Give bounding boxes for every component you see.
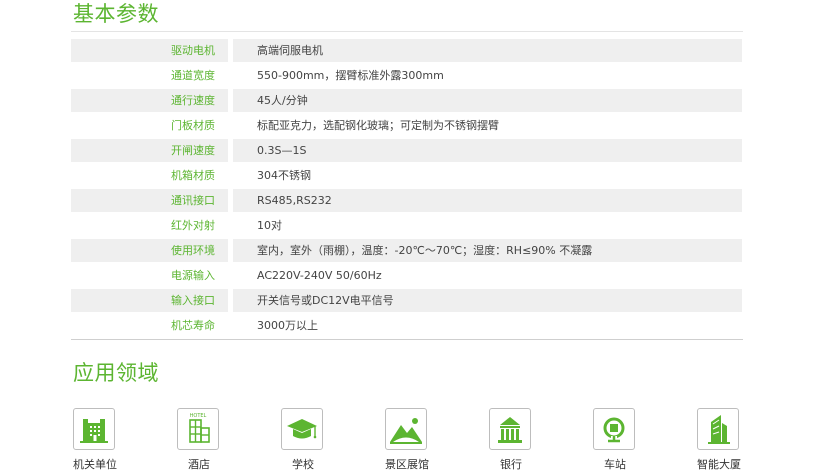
spec-row: 驱动电机 高端伺服电机 [71, 39, 742, 64]
spec-row: 输入接口 开关信号或DC12V电平信号 [71, 289, 742, 314]
spec-label: 开闸速度 [171, 144, 215, 157]
bank-icon [498, 417, 522, 443]
spec-row: 开闸速度 0.3S—1S [71, 139, 742, 164]
spec-label: 机箱材质 [171, 169, 215, 182]
spec-value: 550-900mm，摆臂标准外露300mm [257, 69, 444, 82]
spec-row: 通道宽度 550-900mm，摆臂标准外露300mm [71, 64, 742, 89]
spec-value: 10对 [257, 219, 282, 232]
spec-table: 驱动电机 高端伺服电机 通道宽度 550-900mm，摆臂标准外露300mm 通… [71, 39, 742, 339]
railway-station-icon [603, 417, 625, 443]
spec-label: 电源输入 [171, 269, 215, 282]
application-item: 智能大厦 [684, 408, 754, 473]
spec-row: 通讯接口 RS485,RS232 [71, 189, 742, 214]
application-label: 酒店 [188, 458, 210, 471]
application-label: 车站 [604, 458, 626, 471]
application-label: 景区展馆 [385, 458, 429, 471]
spec-value: 0.3S—1S [257, 144, 307, 157]
spec-row: 使用环境 室内，室外（雨棚），温度：-20℃～70℃；湿度：RH≤90% 不凝露 [71, 239, 742, 264]
spec-value: 高端伺服电机 [257, 44, 323, 57]
application-item: 机关单位 [60, 408, 130, 473]
graduation-cap-icon [287, 419, 317, 439]
spec-row: 通行速度 45人/分钟 [71, 89, 742, 114]
application-label: 机关单位 [73, 458, 117, 471]
spec-label: 通道宽度 [171, 69, 215, 82]
application-label: 学校 [292, 458, 314, 471]
spec-value: 室内，室外（雨棚），温度：-20℃～70℃；湿度：RH≤90% 不凝露 [257, 244, 593, 257]
spec-label: 通行速度 [171, 94, 215, 107]
application-item: 车站 [580, 408, 650, 473]
application-item: 学校 [268, 408, 338, 473]
application-label: 银行 [500, 458, 522, 471]
skyscraper-icon [708, 415, 730, 444]
spec-value: 开关信号或DC12V电平信号 [257, 294, 394, 307]
section-title-params: 基本参数 [73, 2, 159, 26]
spec-label: 机芯寿命 [171, 319, 215, 332]
spec-value: 3000万以上 [257, 319, 318, 332]
spec-label: 红外对射 [171, 219, 215, 232]
hotel-icon-text: HOTEL [190, 413, 207, 419]
spec-row: 电源输入 AC220V-240V 50/60Hz [71, 264, 742, 289]
application-label: 智能大厦 [697, 458, 741, 471]
spec-value: 304不锈钢 [257, 169, 311, 182]
spec-value: RS485,RS232 [257, 194, 332, 207]
spec-label: 驱动电机 [171, 44, 215, 57]
spec-row: 机芯寿命 3000万以上 [71, 314, 742, 339]
table-bottom-rule [71, 339, 743, 340]
spec-value: 45人/分钟 [257, 94, 308, 107]
spec-label: 使用环境 [171, 244, 215, 257]
hotel-icon: HOTEL [189, 413, 210, 443]
spec-row: 红外对射 10对 [71, 214, 742, 239]
spec-row: 门板材质 标配亚克力，选配钢化玻璃；可定制为不锈钢摆臂 [71, 114, 742, 139]
application-item: 银行 [476, 408, 546, 473]
spec-value: 标配亚克力，选配钢化玻璃；可定制为不锈钢摆臂 [257, 119, 499, 132]
spec-label: 输入接口 [171, 294, 215, 307]
scenic-mountain-icon [390, 418, 422, 444]
spec-label: 门板材质 [171, 119, 215, 132]
spec-value: AC220V-240V 50/60Hz [257, 269, 382, 282]
spec-row: 机箱材质 304不锈钢 [71, 164, 742, 189]
government-building-icon [80, 419, 108, 443]
application-item: 景区展馆 [372, 408, 442, 473]
application-icons: 机关单位 HOTEL 酒店 学校 景区展馆 银行 车站 智能大厦 [0, 408, 816, 473]
section-title-applications: 应用领域 [73, 361, 159, 385]
application-item: HOTEL 酒店 [164, 408, 234, 473]
spec-label: 通讯接口 [171, 194, 215, 207]
section-divider [71, 31, 743, 32]
